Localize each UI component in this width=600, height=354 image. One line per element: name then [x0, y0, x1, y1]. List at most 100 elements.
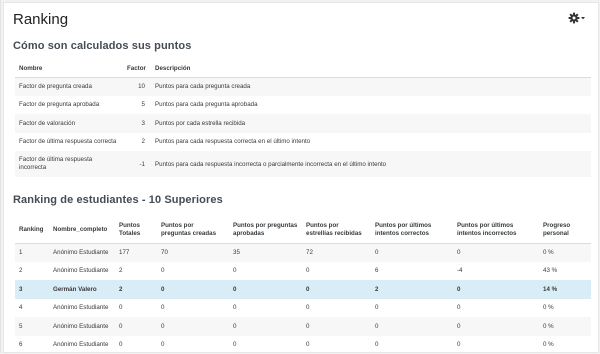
total-cell: 0 [115, 299, 157, 318]
name-cell: Anónimo Estudiante [49, 317, 115, 336]
col-rank: Ranking [15, 217, 49, 243]
progress-cell: 14 % [539, 280, 591, 299]
table-row: 5 Anónimo Estudiante 0 0 0 0 0 0 0 % [15, 317, 591, 336]
caret-down-icon [581, 17, 585, 19]
created-cell: 70 [157, 243, 229, 262]
stars-cell: 0 [302, 299, 371, 318]
incorrect-cell: -4 [453, 262, 539, 281]
correct-cell: 0 [371, 299, 453, 318]
stars-cell: 0 [302, 280, 371, 299]
table-row: Factor de pregunta aprobada 5 Puntos par… [15, 96, 591, 115]
correct-cell: 6 [371, 262, 453, 281]
gear-icon [568, 12, 586, 24]
created-cell: 0 [157, 317, 229, 336]
table-row: Factor de valoración 3 Puntos por cada e… [15, 114, 591, 133]
col-star-points: Puntos por estrellias recibidas [302, 217, 371, 243]
progress-cell: 0 % [539, 243, 591, 262]
factor-name: Factor de pregunta aprobada [15, 96, 123, 115]
table-row: 6 Anónimo Estudiante 0 0 0 0 0 0 0 % [15, 336, 591, 354]
name-cell: Anónimo Estudiante [49, 262, 115, 281]
table-header-row: Nombre Factor Descripción [15, 61, 591, 77]
name-cell: Germán Valero [49, 280, 115, 299]
factor-name: Factor de valoración [15, 114, 123, 133]
col-correct-points: Puntos por últimos intentos correctos [371, 217, 453, 243]
table-row: Factor de última respuesta incorrecta -1… [15, 151, 591, 177]
created-cell: 0 [157, 280, 229, 299]
points-table: Nombre Factor Descripción Factor de preg… [15, 61, 591, 177]
factor-description: Puntos para cada respuesta correcta en e… [151, 133, 591, 152]
approved-cell: 35 [229, 243, 302, 262]
incorrect-cell: 0 [453, 299, 539, 318]
col-total-points: Puntos Totales [115, 217, 157, 243]
ranking-table: Ranking Nombre_completo Puntos Totales P… [15, 217, 591, 354]
rank-cell: 6 [15, 336, 49, 354]
ranking-heading: Ranking de estudiantes - 10 Superiores [13, 194, 223, 206]
name-cell: Anónimo Estudiante [49, 299, 115, 318]
correct-cell: 0 [371, 243, 453, 262]
total-cell: 0 [115, 317, 157, 336]
col-progress: Progreso personal [539, 217, 591, 243]
incorrect-cell: 0 [453, 243, 539, 262]
table-row-current-user: 3 Germán Valero 2 0 0 0 2 0 14 % [15, 280, 591, 299]
name-cell: Anónimo Estudiante [49, 243, 115, 262]
progress-cell: 0 % [539, 317, 591, 336]
page: Ranking Cómo son calculados sus puntos [0, 0, 600, 353]
stars-cell: 0 [302, 317, 371, 336]
table-row: Factor de pregunta creada 10 Puntos para… [15, 77, 591, 96]
col-incorrect-points: Puntos por últimos intentos incorrectos [453, 217, 539, 243]
progress-cell: 0 % [539, 299, 591, 318]
factor-value: 10 [123, 77, 151, 96]
factor-value: 3 [123, 114, 151, 133]
created-cell: 0 [157, 299, 229, 318]
table-header-row: Ranking Nombre_completo Puntos Totales P… [15, 217, 591, 243]
total-cell: 2 [115, 280, 157, 299]
factor-value: 5 [123, 96, 151, 115]
incorrect-cell: 0 [453, 317, 539, 336]
col-approved-points: Puntos por preguntas aprobadas [229, 217, 302, 243]
rank-cell: 1 [15, 243, 49, 262]
factor-description: Puntos para cada pregunta aprobada [151, 96, 591, 115]
col-fullname: Nombre_completo [49, 217, 115, 243]
created-cell: 0 [157, 336, 229, 354]
col-description: Descripción [151, 61, 591, 77]
created-cell: 0 [157, 262, 229, 281]
table-row: 4 Anónimo Estudiante 0 0 0 0 0 0 0 % [15, 299, 591, 318]
table-row: Factor de última respuesta correcta 2 Pu… [15, 133, 591, 152]
correct-cell: 0 [371, 317, 453, 336]
approved-cell: 0 [229, 280, 302, 299]
factor-value: -1 [123, 151, 151, 177]
factor-description: Puntos para cada pregunta creada [151, 77, 591, 96]
approved-cell: 0 [229, 299, 302, 318]
points-heading: Cómo son calculados sus puntos [13, 40, 191, 52]
incorrect-cell: 0 [453, 280, 539, 299]
table-row: 1 Anónimo Estudiante 177 70 35 72 0 0 0 … [15, 243, 591, 262]
total-cell: 2 [115, 262, 157, 281]
approved-cell: 0 [229, 336, 302, 354]
total-cell: 0 [115, 336, 157, 354]
rank-cell: 5 [15, 317, 49, 336]
approved-cell: 0 [229, 317, 302, 336]
settings-menu[interactable] [568, 12, 586, 24]
correct-cell: 0 [371, 336, 453, 354]
factor-name: Factor de última respuesta incorrecta [15, 151, 123, 177]
factor-description: Puntos para cada respuesta incorrecta o … [151, 151, 591, 177]
col-factor: Factor [123, 61, 151, 77]
rank-cell: 4 [15, 299, 49, 318]
approved-cell: 0 [229, 262, 302, 281]
factor-description: Puntos por cada estrella recibida [151, 114, 591, 133]
factor-value: 2 [123, 133, 151, 152]
incorrect-cell: 0 [453, 336, 539, 354]
col-created-points: Puntos por preguntas creadas [157, 217, 229, 243]
progress-cell: 43 % [539, 262, 591, 281]
name-cell: Anónimo Estudiante [49, 336, 115, 354]
progress-cell: 0 % [539, 336, 591, 354]
page-title: Ranking [13, 11, 68, 28]
factor-name: Factor de pregunta creada [15, 77, 123, 96]
ranking-card: Ranking Cómo son calculados sus puntos [3, 2, 599, 353]
total-cell: 177 [115, 243, 157, 262]
stars-cell: 72 [302, 243, 371, 262]
factor-name: Factor de última respuesta correcta [15, 133, 123, 152]
stars-cell: 0 [302, 336, 371, 354]
correct-cell: 2 [371, 280, 453, 299]
rank-cell: 2 [15, 262, 49, 281]
